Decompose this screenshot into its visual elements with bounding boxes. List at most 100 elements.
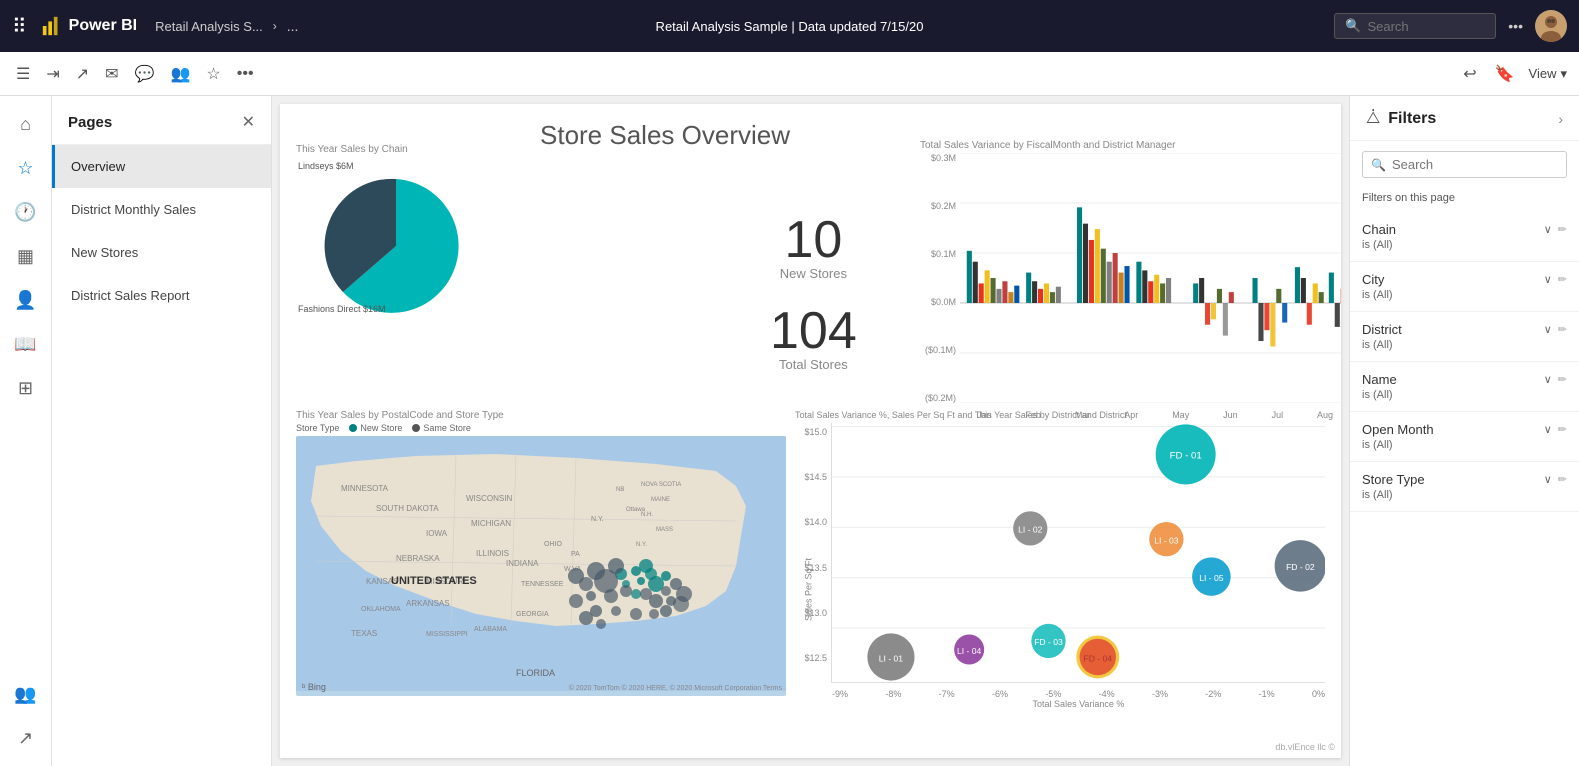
svg-text:GEORGIA: GEORGIA xyxy=(516,611,549,618)
filter-name-edit-icon[interactable]: ✏ xyxy=(1558,373,1567,386)
filter-chain-edit-icon[interactable]: ✏ xyxy=(1558,223,1567,236)
pages-panel: Pages ✕ Overview District Monthly Sales … xyxy=(52,96,272,766)
search-input[interactable] xyxy=(1367,19,1485,34)
toolbar-more-icon[interactable]: ••• xyxy=(233,61,258,87)
toolbar-forward-icon[interactable]: ⇥ xyxy=(42,60,63,88)
left-nav: ⌂ ☆ 🕐 ▦ 👤 📖 ⊞ 👥 ↗ xyxy=(0,96,52,766)
svg-text:WISCONSIN: WISCONSIN xyxy=(466,494,512,503)
left-nav-external-icon[interactable]: ↗ xyxy=(6,718,46,758)
kpi-new-stores-value: 10 xyxy=(770,214,857,266)
view-button[interactable]: View ▾ xyxy=(1529,66,1567,82)
map-store-type-label: Store Type xyxy=(296,423,339,433)
bar-chart-container[interactable]: $0.3M $0.2M $0.1M $0.0M ($0.1M) ($0.2M) xyxy=(920,153,1341,403)
map-legend-same: Same Store xyxy=(412,423,471,433)
filters-title-row: ⧊ Filters xyxy=(1366,110,1436,128)
map-same-label: Same Store xyxy=(423,423,471,433)
undo-icon[interactable]: ↩ xyxy=(1459,60,1480,88)
report-more-icon[interactable]: ... xyxy=(287,18,299,34)
pie-label-lindseys: Lindseys $6M xyxy=(298,161,354,171)
bar-y-axis: $0.3M $0.2M $0.1M $0.0M ($0.1M) ($0.2M) xyxy=(920,153,960,403)
report-breadcrumb[interactable]: Retail Analysis S... xyxy=(155,19,263,34)
x-tick-8: -2% xyxy=(1205,689,1221,699)
filter-store-type-edit-icon[interactable]: ✏ xyxy=(1558,473,1567,486)
kpi-total-stores: 104 Total Stores xyxy=(770,305,857,372)
page-item-district-monthly[interactable]: District Monthly Sales xyxy=(52,188,271,231)
page-item-district-sales[interactable]: District Sales Report xyxy=(52,274,271,317)
toolbar-pages-icon[interactable]: ☰ xyxy=(12,60,34,88)
filters-search-input[interactable] xyxy=(1392,157,1558,172)
filter-store-type-chevron-icon[interactable]: ∨ xyxy=(1544,473,1552,486)
svg-text:MICHIGAN: MICHIGAN xyxy=(471,519,511,528)
y-label-5: $0.2M xyxy=(931,201,956,211)
bubble-chart-section: Total Sales Variance %, Sales Per Sq Ft … xyxy=(795,410,1325,695)
filter-district-value: is (All) xyxy=(1362,339,1567,351)
map-visual[interactable]: MINNESOTA SOUTH DAKOTA WISCONSIN MICHIGA… xyxy=(296,436,786,696)
content-area: Store Sales Overview This Year Sales by … xyxy=(272,96,1349,766)
filter-open-month-edit-icon[interactable]: ✏ xyxy=(1558,423,1567,436)
filter-store-type-name: Store Type xyxy=(1362,472,1425,487)
filter-chain-chevron-icon[interactable]: ∨ xyxy=(1544,223,1552,236)
svg-text:N.H.: N.H. xyxy=(641,512,653,518)
filter-item-chain: Chain ∨ ✏ is (All) xyxy=(1350,212,1579,262)
bubble-chart-container[interactable]: Sales Per Sq Ft $15.0 $14.5 $14.0 $13.5 … xyxy=(795,423,1325,683)
left-nav-shared-icon[interactable]: 👤 xyxy=(6,280,46,320)
filter-district-chevron-icon[interactable]: ∨ xyxy=(1544,323,1552,336)
filter-city-edit-icon[interactable]: ✏ xyxy=(1558,273,1567,286)
y-label-2: ($0.1M) xyxy=(925,345,956,355)
top-nav-more-icon[interactable]: ••• xyxy=(1508,18,1523,34)
search-icon: 🔍 xyxy=(1345,18,1361,34)
filter-open-month-chevron-icon[interactable]: ∨ xyxy=(1544,423,1552,436)
report-main-title: Store Sales Overview xyxy=(540,120,790,151)
kpi-total-stores-value: 104 xyxy=(770,305,857,357)
florida-label: FLORIDA xyxy=(516,668,555,678)
y-tick-4: $14.0 xyxy=(804,517,827,527)
left-nav-admin-icon[interactable]: 👥 xyxy=(6,674,46,714)
bookmark-icon[interactable]: 🔖 xyxy=(1491,60,1519,88)
filter-item-store-type: Store Type ∨ ✏ is (All) xyxy=(1350,462,1579,512)
map-section: This Year Sales by PostalCode and Store … xyxy=(296,410,786,695)
filter-district-edit-icon[interactable]: ✏ xyxy=(1558,323,1567,336)
x-tick-2: -8% xyxy=(885,689,901,699)
page-item-overview[interactable]: Overview xyxy=(52,145,271,188)
left-nav-apps-icon[interactable]: ▦ xyxy=(6,236,46,276)
breadcrumb-chevron-icon: › xyxy=(273,19,277,33)
x-tick-3: -7% xyxy=(939,689,955,699)
toolbar-favorite-icon[interactable]: ☆ xyxy=(202,60,224,88)
filters-search-box[interactable]: 🔍 xyxy=(1362,151,1567,178)
svg-text:NOVA SCOTIA: NOVA SCOTIA xyxy=(641,482,681,488)
left-nav-favorite-icon[interactable]: ☆ xyxy=(6,148,46,188)
svg-text:SOUTH DAKOTA: SOUTH DAKOTA xyxy=(376,504,439,513)
pie-chart-section: This Year Sales by Chain Lindseys $6M Fa… xyxy=(296,144,556,334)
filter-item-city: City ∨ ✏ is (All) xyxy=(1350,262,1579,312)
toolbar-chat-icon[interactable]: 💬 xyxy=(131,60,159,88)
svg-text:TEXAS: TEXAS xyxy=(351,629,377,638)
app-grid-icon[interactable]: ⠿ xyxy=(12,14,27,39)
svg-text:ALABAMA: ALABAMA xyxy=(474,626,507,633)
pages-close-icon[interactable]: ✕ xyxy=(242,112,255,132)
svg-text:LI - 03: LI - 03 xyxy=(1154,535,1179,545)
brand-text: Power BI xyxy=(69,17,137,35)
left-nav-recent-icon[interactable]: 🕐 xyxy=(6,192,46,232)
kpi-total-stores-label: Total Stores xyxy=(770,357,857,372)
left-nav-home-icon[interactable]: ⌂ xyxy=(6,104,46,144)
bar-chart-title: Total Sales Variance by FiscalMonth and … xyxy=(920,140,1341,151)
filters-expand-icon[interactable]: › xyxy=(1558,111,1563,127)
svg-text:MISSISSIPPI: MISSISSIPPI xyxy=(426,631,468,638)
svg-text:FD - 01: FD - 01 xyxy=(1170,451,1202,462)
pie-chart[interactable]: Lindseys $6M Fashions Direct $16M xyxy=(296,159,496,334)
top-nav-right: 🔍 ••• xyxy=(1334,10,1567,42)
filter-chain-header: Chain ∨ ✏ xyxy=(1362,222,1567,237)
y-label-4: $0.1M xyxy=(931,249,956,259)
filter-district-actions: ∨ ✏ xyxy=(1544,323,1567,336)
avatar[interactable] xyxy=(1535,10,1567,42)
page-item-new-stores[interactable]: New Stores xyxy=(52,231,271,274)
toolbar-share-icon[interactable]: ↗ xyxy=(72,60,93,88)
toolbar-email-icon[interactable]: ✉ xyxy=(101,60,122,88)
toolbar-teams-icon[interactable]: 👥 xyxy=(166,60,194,88)
left-nav-learn-icon[interactable]: 📖 xyxy=(6,324,46,364)
filter-city-header: City ∨ ✏ xyxy=(1362,272,1567,287)
global-search-box[interactable]: 🔍 xyxy=(1334,13,1496,39)
filter-city-chevron-icon[interactable]: ∨ xyxy=(1544,273,1552,286)
filter-name-chevron-icon[interactable]: ∨ xyxy=(1544,373,1552,386)
left-nav-workspaces-icon[interactable]: ⊞ xyxy=(6,368,46,408)
